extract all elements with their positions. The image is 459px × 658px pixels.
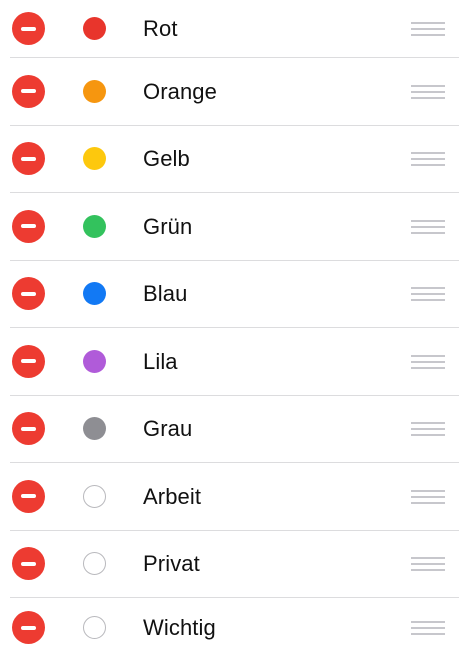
reorder-handle-icon[interactable] (411, 621, 445, 635)
minus-icon (21, 224, 36, 229)
delete-button[interactable] (12, 344, 45, 378)
item-label: Blau (143, 281, 188, 307)
delete-button[interactable] (12, 611, 45, 644)
item-label: Gelb (143, 146, 190, 172)
reorder-handle-icon[interactable] (411, 489, 445, 504)
minus-icon (21, 359, 36, 364)
list-item-wichtig[interactable]: Wichtig (0, 598, 459, 658)
delete-button[interactable] (12, 142, 45, 176)
color-dot-icon (83, 349, 106, 373)
list-item-grau[interactable]: Grau (0, 396, 459, 464)
list-item-lila[interactable]: Lila (0, 328, 459, 396)
reorder-handle-icon[interactable] (411, 152, 445, 167)
color-dot-icon (83, 417, 106, 441)
minus-icon (21, 89, 36, 94)
tag-color-list: Rot Orange Gelb Grün Blau Lila Grau Arbe… (0, 0, 459, 658)
reorder-handle-icon[interactable] (411, 219, 445, 234)
list-item-arbeit[interactable]: Arbeit (0, 463, 459, 531)
reorder-handle-icon[interactable] (411, 422, 445, 437)
list-item-rot[interactable]: Rot (0, 0, 459, 58)
list-item-gruen[interactable]: Grün (0, 193, 459, 261)
reorder-handle-icon[interactable] (411, 84, 445, 99)
item-label: Grün (143, 213, 193, 239)
delete-button[interactable] (12, 479, 45, 513)
minus-icon (21, 156, 36, 161)
reorder-handle-icon[interactable] (411, 22, 445, 36)
list-item-orange[interactable]: Orange (0, 58, 459, 126)
item-label: Privat (143, 551, 200, 577)
color-dot-icon (83, 552, 106, 576)
item-label: Orange (143, 78, 217, 104)
list-item-gelb[interactable]: Gelb (0, 126, 459, 194)
minus-icon (21, 494, 36, 499)
item-label: Wichtig (143, 615, 216, 640)
color-dot-icon (83, 484, 106, 508)
list-item-blau[interactable]: Blau (0, 261, 459, 329)
minus-icon (21, 561, 36, 566)
list-item-privat[interactable]: Privat (0, 531, 459, 599)
color-dot-icon (83, 147, 106, 171)
minus-icon (21, 26, 36, 31)
color-dot-icon (83, 17, 106, 40)
reorder-handle-icon[interactable] (411, 287, 445, 302)
delete-button[interactable] (12, 74, 45, 108)
reorder-handle-icon[interactable] (411, 354, 445, 369)
minus-icon (21, 291, 36, 296)
reorder-handle-icon[interactable] (411, 557, 445, 572)
minus-icon (21, 426, 36, 431)
minus-icon (21, 625, 36, 630)
color-dot-icon (83, 214, 106, 238)
delete-button[interactable] (12, 209, 45, 243)
item-label: Arbeit (143, 483, 202, 509)
delete-button[interactable] (12, 12, 45, 45)
delete-button[interactable] (12, 277, 45, 311)
color-dot-icon (83, 79, 106, 103)
color-dot-icon (83, 616, 106, 639)
item-label: Grau (143, 416, 193, 442)
delete-button[interactable] (12, 412, 45, 446)
color-dot-icon (83, 282, 106, 306)
delete-button[interactable] (12, 547, 45, 581)
item-label: Rot (143, 16, 178, 41)
item-label: Lila (143, 348, 178, 374)
